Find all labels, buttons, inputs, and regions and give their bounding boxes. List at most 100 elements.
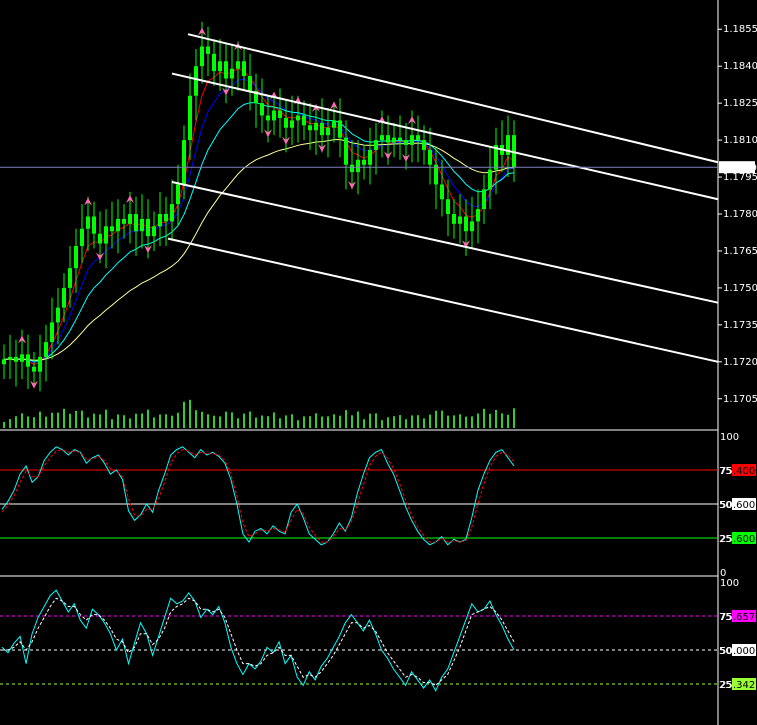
- candle-body: [218, 61, 222, 72]
- candle-body: [380, 135, 384, 141]
- candle-body: [284, 117, 288, 128]
- main-price-panel[interactable]: [0, 21, 719, 428]
- ma-mid-line: [3, 78, 515, 364]
- price-tick-label: 1.1825: [723, 98, 757, 109]
- candle-body: [176, 184, 180, 205]
- volume-bar: [435, 410, 437, 428]
- candle-body: [476, 209, 480, 222]
- volume-bar: [3, 422, 5, 428]
- candle-body: [230, 68, 234, 79]
- volume-bar: [57, 412, 59, 428]
- volume-bar: [465, 416, 467, 428]
- candle-body: [122, 218, 126, 224]
- volume-bar: [315, 413, 317, 428]
- candle-body: [452, 214, 456, 224]
- volume-bar: [63, 408, 65, 428]
- volume-bar: [189, 399, 191, 428]
- candle-body: [248, 76, 252, 91]
- volume-bar: [429, 414, 431, 428]
- candle-body: [134, 214, 138, 232]
- volume-bar: [339, 415, 341, 428]
- level-tick-label: 25: [719, 534, 732, 545]
- level-tick-label: 50: [719, 500, 732, 511]
- trading-chart-window[interactable]: 1.1855 1.1840 1.1825 1.1810 1.1795 1.1780 1.17…: [0, 0, 757, 725]
- candle-body: [158, 214, 162, 227]
- candle-body: [326, 127, 330, 136]
- volume-bar: [405, 419, 407, 428]
- indicator-tick-label: 100: [720, 432, 739, 443]
- volume-bar: [165, 414, 167, 428]
- candle-body: [374, 140, 378, 150]
- volume-bar: [501, 413, 503, 428]
- candle-body: [302, 115, 306, 126]
- volume-bar: [453, 415, 455, 428]
- price-axis: 1.18551.18401.18251.18101.17951.17801.17…: [718, 24, 757, 691]
- candle-body: [482, 189, 486, 210]
- volume-bar: [369, 413, 371, 428]
- candle-body: [440, 184, 444, 200]
- volume-bar: [33, 417, 35, 428]
- volume-bar: [447, 415, 449, 428]
- candle-body: [338, 120, 342, 138]
- indicator-series-line-1: [2, 597, 515, 686]
- volume-bar: [9, 419, 11, 428]
- volume-bar: [393, 416, 395, 428]
- candle-body: [116, 218, 120, 232]
- candle-body: [416, 135, 420, 141]
- candle-body: [242, 61, 246, 77]
- volume-bar: [201, 411, 203, 428]
- volume-bar: [75, 410, 77, 428]
- rsi-panel[interactable]: [0, 589, 718, 692]
- volume-bar: [135, 413, 137, 428]
- candle-body: [128, 214, 132, 224]
- volume-bar: [171, 415, 173, 428]
- candle-body: [50, 322, 54, 343]
- volume-bar: [459, 414, 461, 428]
- level-tag-label: .4000: [733, 466, 757, 477]
- volume-bar: [159, 414, 161, 428]
- volume-bar: [399, 415, 401, 428]
- volume-bar: [147, 409, 149, 428]
- volume-bar: [513, 408, 515, 428]
- price-tick-label: 1.1720: [723, 357, 757, 368]
- volume-bar: [81, 410, 83, 428]
- candle-body: [392, 137, 396, 143]
- channel-line-upper-mid: [171, 72, 719, 201]
- volume-bar: [507, 414, 509, 428]
- candle-body: [398, 137, 402, 141]
- candle-body: [344, 137, 348, 165]
- candle-body: [458, 216, 462, 224]
- candle-body: [386, 135, 390, 143]
- candle-body: [44, 342, 48, 357]
- price-tick-label: 1.1735: [723, 320, 757, 331]
- volume-bar: [291, 414, 293, 428]
- candle-body: [356, 159, 360, 173]
- indicator-tick-label: 100: [720, 578, 739, 589]
- volume-bar: [411, 415, 413, 428]
- stochastic-panel[interactable]: [0, 446, 718, 546]
- level-tag-label: .6575: [733, 612, 757, 623]
- volume-bar: [213, 415, 215, 428]
- chart-canvas[interactable]: 1.18551.18401.18251.18101.17951.17801.17…: [0, 0, 757, 725]
- candle-body: [224, 61, 228, 79]
- candle-body: [170, 204, 174, 222]
- volume-bar: [117, 414, 119, 428]
- price-tick-label: 1.1765: [723, 246, 757, 257]
- volume-bar: [237, 418, 239, 428]
- candle-body: [104, 226, 108, 244]
- volume-bar: [255, 417, 257, 428]
- current-price-label: 1.1799: [722, 163, 757, 174]
- candle-body: [446, 199, 450, 214]
- volume-bar: [297, 420, 299, 428]
- price-tick-label: 1.1705: [723, 394, 757, 405]
- volume-bar: [387, 417, 389, 428]
- volume-bar: [381, 420, 383, 428]
- volume-bar: [309, 416, 311, 428]
- candle-body: [32, 366, 36, 372]
- volume-bar: [153, 417, 155, 428]
- price-tick-label: 1.1840: [723, 61, 757, 72]
- volume-bar: [357, 411, 359, 428]
- candle-body: [290, 120, 294, 128]
- candle-body: [56, 307, 60, 323]
- candle-body: [20, 354, 24, 362]
